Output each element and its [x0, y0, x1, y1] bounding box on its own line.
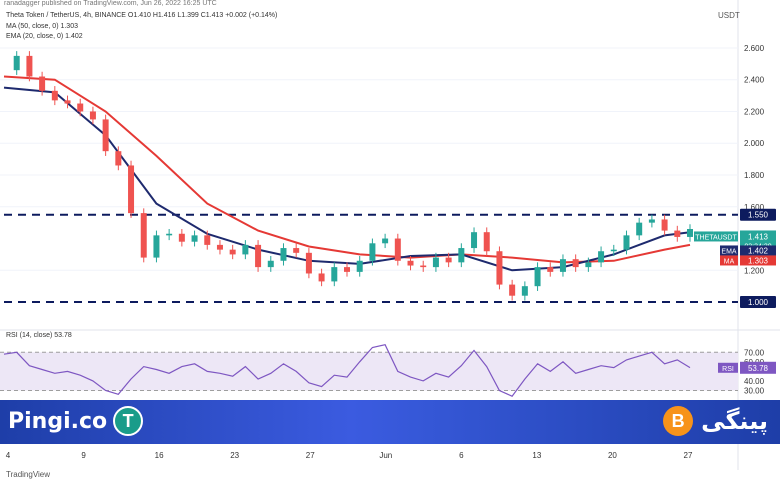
candle-body — [267, 260, 274, 268]
candle-body — [229, 249, 236, 255]
time-tick-label: 9 — [81, 451, 86, 460]
brand-banner: Pingi.co T B پینگی — [0, 400, 780, 444]
candle-body — [496, 251, 503, 285]
candle-body — [407, 260, 414, 266]
time-tick-label: Jun — [379, 451, 392, 460]
time-tick-label: 20 — [608, 451, 617, 460]
candle-body — [178, 233, 185, 242]
pingi-brand-text: Pingi.co — [8, 408, 108, 434]
candle-body — [610, 249, 617, 252]
candle-body — [648, 219, 655, 223]
candle-body — [39, 76, 46, 91]
rsi-tick-label: 40.00 — [744, 377, 765, 386]
price-tick-label: 2.000 — [744, 139, 765, 148]
candle-body — [191, 235, 198, 242]
indicator-value-text: 1.402 — [748, 246, 769, 255]
level-price-tag-text: 1.550 — [748, 211, 769, 220]
rsi-tag-text: RSI — [722, 366, 734, 373]
candle-body — [420, 265, 427, 268]
time-tick-label: 16 — [155, 451, 164, 460]
candle-body — [128, 165, 135, 214]
last-price-text: 1.413 — [748, 232, 769, 241]
bitcoin-icon: B — [663, 406, 694, 436]
symbol-title: Theta Token / TetherUS, 4h, BINANCE O1.4… — [6, 12, 277, 19]
candle-body — [242, 244, 249, 255]
candle-body — [153, 235, 160, 258]
source-line: ranadagger published on TradingView.com,… — [4, 0, 217, 7]
candle-body — [623, 235, 630, 250]
symbol-tag-text: THETAUSDT — [695, 234, 737, 241]
price-tick-label: 2.200 — [744, 107, 765, 116]
candle-body — [51, 90, 58, 101]
time-tick-label: 27 — [684, 451, 693, 460]
rsi-tick-label: 70.00 — [744, 348, 765, 357]
candle-body — [356, 260, 363, 272]
candle-body — [521, 286, 528, 296]
time-tick-label: 4 — [6, 451, 11, 460]
time-tick-label: 23 — [230, 451, 239, 460]
price-tick-label: 1.200 — [744, 266, 765, 275]
candle-body — [204, 235, 211, 245]
candle-body — [344, 267, 350, 272]
candle-body — [166, 233, 173, 236]
time-tick-label: 13 — [532, 451, 541, 460]
candle-body — [369, 243, 376, 261]
time-tick-label: 27 — [306, 451, 315, 460]
candle-body — [559, 259, 566, 272]
candle-body — [293, 248, 300, 253]
rsi-value-text: 53.78 — [748, 364, 769, 373]
candle-body — [458, 248, 465, 263]
candle-body — [445, 257, 452, 263]
candle-body — [598, 251, 605, 263]
rsi-band — [0, 352, 738, 391]
price-tick-label: 2.600 — [744, 44, 765, 53]
candle-body — [585, 262, 592, 268]
candle-body — [305, 252, 312, 274]
candle-body — [382, 238, 389, 244]
price-tick-label: 1.800 — [744, 171, 765, 180]
pingi-persian-text: پینگی — [701, 407, 768, 435]
candle-body — [140, 213, 147, 258]
tradingview-footer: TradingView — [6, 470, 51, 479]
candle-body — [102, 119, 109, 152]
candle-body — [216, 244, 223, 250]
indicator-value-text: 1.303 — [748, 256, 769, 265]
currency-label: USDT — [718, 11, 740, 20]
indicator-tag-text: EMA — [721, 248, 737, 255]
candle-body — [394, 238, 401, 261]
level-price-tag-text: 1.000 — [748, 298, 769, 307]
candle-body — [674, 230, 681, 237]
candle-body — [572, 259, 579, 268]
candle-body — [331, 267, 338, 282]
time-tick-label: 6 — [459, 451, 464, 460]
rsi-legend: RSI (14, close) 53.78 — [6, 332, 72, 339]
candle-body — [687, 229, 693, 237]
candle-body — [318, 273, 325, 282]
candle-body — [280, 248, 287, 261]
candle-body — [255, 244, 262, 268]
candle-body — [115, 151, 122, 166]
brand-right: B پینگی — [663, 406, 768, 436]
candle-body — [636, 222, 643, 236]
ema-legend: EMA (20, close, 0) 1.402 — [6, 33, 83, 40]
theta-coin-icon: T — [113, 406, 144, 436]
candle-body — [534, 267, 541, 287]
candle-body — [26, 55, 33, 77]
indicator-tag-text: MA — [724, 258, 735, 265]
candle-body — [432, 257, 439, 268]
candle-body — [64, 100, 71, 104]
candle-body — [509, 284, 516, 296]
price-tick-label: 2.400 — [744, 76, 765, 85]
candle-body — [547, 267, 554, 272]
candle-body — [661, 219, 668, 231]
candle-body — [483, 232, 490, 252]
candle-body — [77, 103, 84, 112]
rsi-tick-label: 30.00 — [744, 386, 765, 395]
brand-left: Pingi.co T — [8, 406, 144, 436]
ma-legend: MA (50, close, 0) 1.303 — [6, 23, 78, 30]
candle-body — [13, 55, 20, 71]
candle-body — [89, 111, 96, 120]
candle-body — [471, 232, 478, 249]
